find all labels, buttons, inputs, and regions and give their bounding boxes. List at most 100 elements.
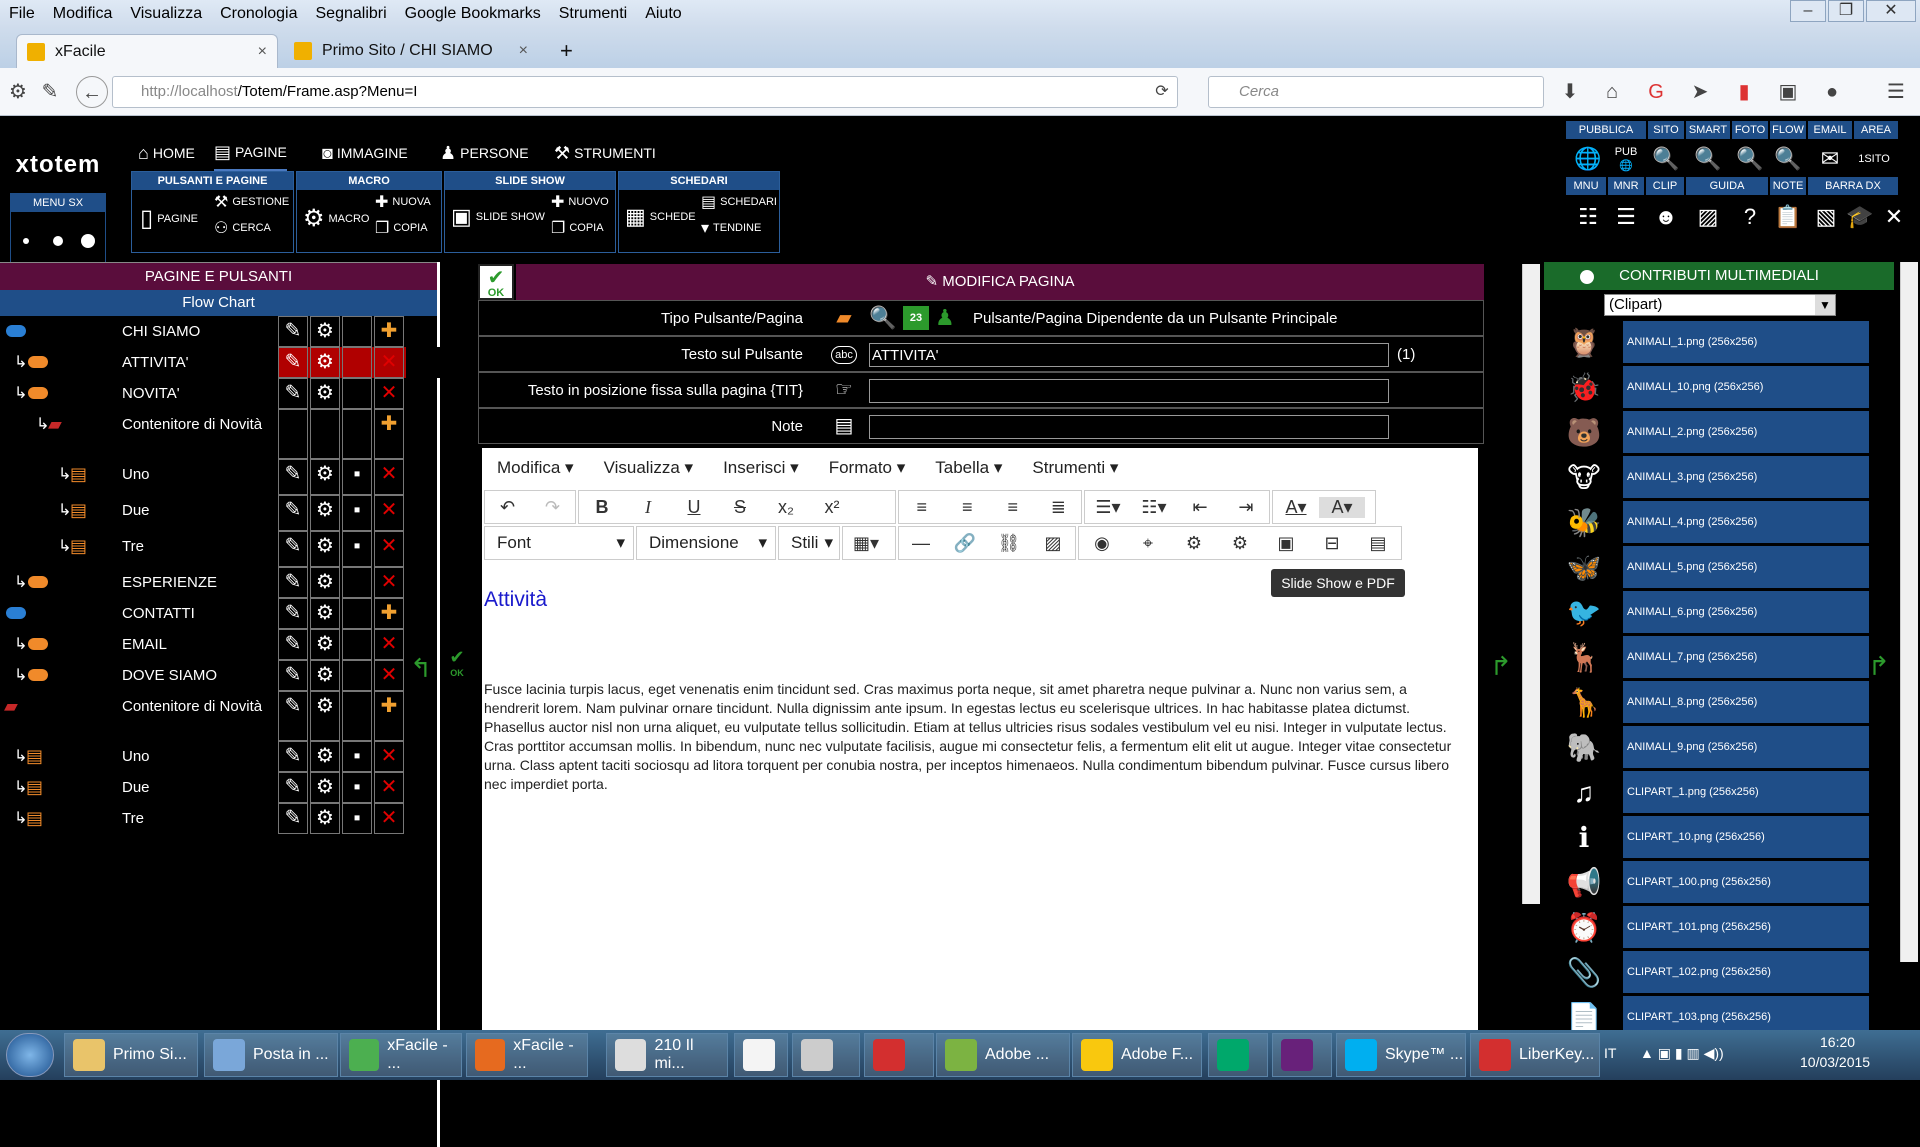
menu-cronologia[interactable]: Cronologia (211, 5, 306, 23)
editor-menu-tabella[interactable]: Tabella ▾ (920, 458, 1017, 478)
save-icon[interactable]: ▪ (342, 531, 372, 567)
clipart-item[interactable]: 🦒 ANIMALI_8.png (256x256) (1544, 680, 1870, 725)
tree-row[interactable]: ↳ ▤ Tre ✎ ⚙ ▪ ✕ (0, 531, 440, 567)
settings-gear-icon[interactable]: ⚙ (310, 347, 340, 378)
slideshow-pdf-icon[interactable]: ▣ (1263, 533, 1309, 554)
add-child-icon[interactable]: ✚ (374, 409, 404, 459)
edit-pencil-icon[interactable]: ✎ (278, 691, 308, 741)
italic-icon[interactable]: I (625, 497, 671, 518)
reload-icon[interactable]: ⟳ (1146, 76, 1178, 108)
collapse-left-arrow-icon[interactable]: ↰ (410, 653, 432, 684)
settings-gear-icon[interactable]: ⚙ (310, 691, 340, 741)
schedari-button[interactable]: ▤ SCHEDARI (701, 192, 777, 212)
clipart-item[interactable]: 🐮 ANIMALI_3.png (256x256) (1544, 455, 1870, 500)
delete-icon[interactable]: ✕ (374, 531, 404, 567)
edit-pencil-icon[interactable]: ✎ (278, 741, 308, 772)
delete-icon[interactable]: ✕ (374, 347, 404, 378)
graduation-icon[interactable]: 🎓 (1842, 201, 1878, 233)
size-large-dot[interactable] (81, 234, 95, 248)
delete-icon[interactable]: ✕ (374, 741, 404, 772)
editor-menu-strumenti[interactable]: Strumenti ▾ (1017, 458, 1133, 478)
menu-aiuto[interactable]: Aiuto (636, 5, 690, 23)
tray-icons[interactable]: ▲ ▣ ▮ ▥ ◀)) (1640, 1045, 1724, 1062)
taskbar-item[interactable] (792, 1033, 860, 1077)
tab-primo-sito[interactable]: Primo Sito / CHI SIAMO × (284, 34, 538, 68)
size-medium-dot[interactable] (53, 236, 63, 246)
edit-pencil-icon[interactable]: ✎ (278, 347, 308, 378)
text-color-icon[interactable]: A▾ (1273, 497, 1319, 518)
nuovo-slide-button[interactable]: ✚ NUOVO (551, 192, 609, 212)
toolbox-icon[interactable]: ⊟ (1309, 533, 1355, 554)
tab-xfacile[interactable]: xFacile × (16, 34, 278, 68)
preview-eye-icon[interactable]: ◉ (1079, 533, 1125, 554)
taskbar-item[interactable] (1208, 1033, 1268, 1077)
edit-pencil-icon[interactable]: ✎ (278, 378, 308, 409)
taskbar-item[interactable] (1272, 1033, 1332, 1077)
save-icon[interactable]: ▪ (342, 495, 372, 531)
flow-search-icon[interactable]: 🔍 (1770, 143, 1806, 175)
chat-icon[interactable]: ● (1816, 76, 1848, 108)
taskbar-item[interactable] (734, 1033, 788, 1077)
tree-row[interactable]: ↳ ▤ Uno ✎ ⚙ ▪ ✕ (0, 741, 440, 772)
plugin-gears-icon[interactable]: ⚙ (1171, 533, 1217, 554)
note-input[interactable] (869, 415, 1389, 439)
tree-row[interactable]: CONTATTI ✎ ⚙ ✚ (0, 598, 440, 629)
menu-right-icon[interactable]: ☰ (1608, 201, 1644, 233)
styles-select[interactable]: Stili ▾ (778, 526, 840, 560)
nav-pagine[interactable]: ▤ PAGINE (214, 135, 287, 171)
mid-scrollbar[interactable] (1522, 264, 1540, 904)
tree-row[interactable]: ↳ ▤ Uno ✎ ⚙ ▪ ✕ (0, 459, 440, 495)
tree-row[interactable]: ↳ ATTIVITA' ✎ ⚙ ✕ (0, 347, 440, 378)
edit-pencil-icon[interactable]: ✎ (278, 629, 308, 660)
send-icon[interactable]: ➤ (1684, 76, 1716, 108)
taskbar-item[interactable]: 210 Il mi... (606, 1033, 728, 1077)
download-icon[interactable]: ⬇ (1554, 76, 1586, 108)
picture-icon[interactable]: ▧ (1808, 201, 1844, 233)
taskbar-item[interactable]: Adobe F... (1072, 1033, 1202, 1077)
align-justify-icon[interactable]: ≣ (1036, 497, 1082, 518)
flow-chart-link[interactable]: Flow Chart (0, 290, 437, 316)
settings-gear-icon[interactable]: ⚙ (310, 495, 340, 531)
menu-left-icon[interactable]: ☷ (1570, 201, 1606, 233)
help-icon[interactable]: ? (1732, 201, 1768, 233)
link-icon[interactable]: 🔗 (943, 533, 987, 554)
tab-close-icon[interactable]: × (258, 43, 267, 61)
edit-pencil-icon[interactable]: ✎ (278, 598, 308, 629)
close-window-button[interactable]: ✕ (1866, 0, 1916, 22)
minimize-button[interactable]: – (1790, 0, 1826, 22)
redo-icon[interactable]: ↷ (530, 497, 575, 518)
edit-pencil-icon[interactable]: ✎ (278, 567, 308, 598)
pagine-button[interactable]: ▯ PAGINE (140, 204, 198, 233)
align-right-icon[interactable]: ≡ (990, 497, 1036, 518)
ok-button[interactable]: ✔ OK (478, 264, 514, 300)
copia-macro-button[interactable]: ❐ COPIA (375, 218, 428, 238)
clipboard-icon[interactable]: 📋 (1770, 201, 1806, 233)
tree-row[interactable]: ↳ EMAIL ✎ ⚙ ✕ (0, 629, 440, 660)
clipart-item[interactable]: 🐝 ANIMALI_4.png (256x256) (1544, 500, 1870, 545)
calendar-icon[interactable]: 23 (903, 306, 929, 330)
settings-gear-icon[interactable]: ⚙ (310, 531, 340, 567)
save-icon[interactable]: ▪ (342, 772, 372, 803)
tree-row[interactable]: ↳ ESPERIENZE ✎ ⚙ ✕ (0, 567, 440, 598)
document-icon[interactable]: ▤ (1355, 533, 1401, 554)
taskbar-item[interactable]: Adobe ... (936, 1033, 1070, 1077)
menu-file[interactable]: File (0, 5, 44, 23)
edit-pencil-icon[interactable]: ✎ (278, 660, 308, 691)
outdent-icon[interactable]: ⇤ (1177, 497, 1223, 518)
delete-icon[interactable]: ✕ (374, 660, 404, 691)
taskbar-item[interactable]: Primo Si... (64, 1033, 198, 1077)
taskbar-item[interactable]: Skype™ ... (1336, 1033, 1466, 1077)
underline-icon[interactable]: U (671, 497, 717, 518)
clipart-item[interactable]: 🦉 ANIMALI_1.png (256x256) (1544, 320, 1870, 365)
globe-icon[interactable]: 🌐 (1570, 143, 1606, 175)
search-icon[interactable]: 🔍 (869, 305, 896, 331)
collapse-right-arrow-icon[interactable]: ↱ (1490, 651, 1512, 682)
nav-home[interactable]: ⌂ HOME (138, 135, 195, 171)
edit-pencil-icon[interactable]: ✎ (278, 459, 308, 495)
reader-icon[interactable]: ▣ (1772, 76, 1804, 108)
editor-menu-modifica[interactable]: Modifica ▾ (482, 458, 589, 478)
font-select[interactable]: Font ▾ (484, 526, 634, 560)
nav-strumenti[interactable]: ⚒ STRUMENTI (554, 135, 656, 171)
edit-pencil-icon[interactable]: ✎ (278, 495, 308, 531)
envelope-icon[interactable]: ✉ (1812, 143, 1848, 175)
